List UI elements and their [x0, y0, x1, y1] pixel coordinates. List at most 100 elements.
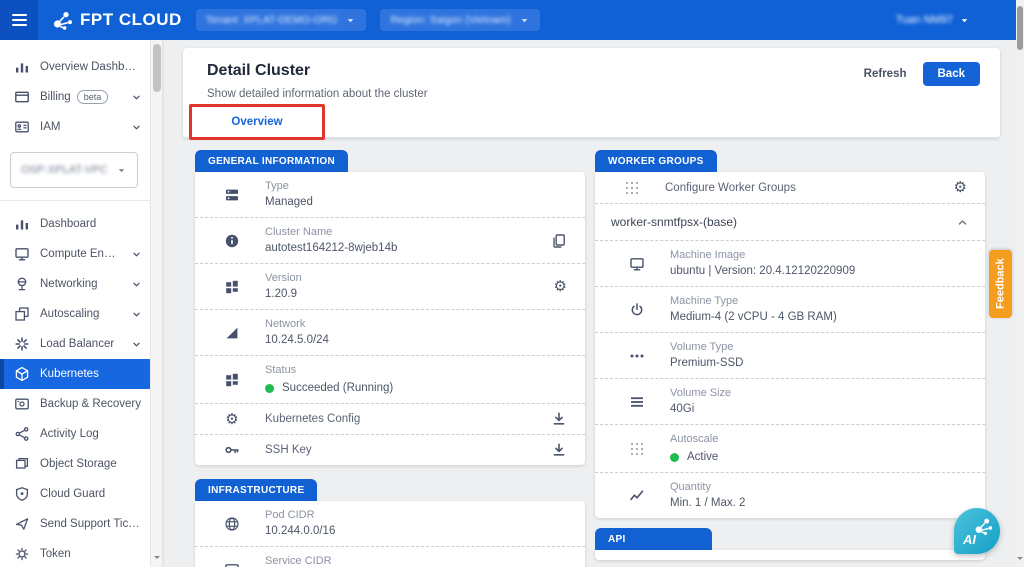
chevron-down-icon — [131, 122, 142, 133]
sidebar-item-networking[interactable]: Networking — [0, 269, 150, 299]
sidebar-item-label: Send Support Ticket — [40, 518, 142, 530]
page-scroll-down-arrow[interactable] — [1017, 557, 1023, 563]
region-selector[interactable]: Region: Saigon (Vietnam) — [380, 9, 539, 31]
beta-badge: beta — [77, 90, 109, 104]
tabs-row: Overview — [183, 108, 1000, 138]
molecule-logo-icon — [50, 8, 74, 32]
left-column: GENERAL INFORMATION Type Managed Cluster… — [195, 150, 585, 567]
worker-group-accordion[interactable]: worker-snmtfpsx-(base) — [595, 203, 985, 240]
sidebar-item-activity-log[interactable]: Activity Log — [0, 419, 150, 449]
worker-groups-header: WORKER GROUPS — [595, 150, 717, 172]
right-column: WORKER GROUPS Configure Worker Groups ⚙ … — [595, 150, 985, 560]
worker-groups-card: Configure Worker Groups ⚙ worker-snmtfps… — [595, 172, 985, 518]
dashboard-grid-icon — [224, 279, 240, 295]
caret-down-icon — [116, 165, 127, 176]
sidebar-item-overview-dashboard[interactable]: Overview Dashboard — [0, 52, 150, 82]
sidebar-item-label: Overview Dashboard — [40, 61, 142, 73]
sidebar-item-cloud-guard[interactable]: Cloud Guard — [0, 479, 150, 509]
sidebar-nav: Overview Dashboard Billing beta IAM OSP-… — [0, 40, 150, 567]
vpc-selected-value: OSP-XPLAT-VPC — [21, 164, 116, 176]
sidebar-item-token[interactable]: Token — [0, 539, 150, 567]
row-machine-image: Machine Image ubuntu | Version: 20.4.121… — [595, 240, 985, 286]
list-lines-icon — [629, 394, 645, 410]
sidebar-item-compute-engine[interactable]: Compute Engine — [0, 239, 150, 269]
quantity-label: Quantity — [670, 480, 967, 495]
configure-worker-groups-button[interactable]: ⚙ — [954, 180, 967, 195]
sidebar-scrollbar-thumb[interactable] — [153, 44, 161, 92]
sidebar-item-label: Autoscaling — [40, 308, 121, 320]
page-scrollbar[interactable] — [1016, 0, 1024, 567]
copy-button[interactable] — [551, 233, 567, 249]
monitor-icon — [629, 256, 645, 272]
status-value: Succeeded (Running) — [282, 380, 393, 396]
page-scrollbar-thumb[interactable] — [1017, 6, 1023, 50]
sidebar-item-send-support-ticket[interactable]: Send Support Ticket — [0, 509, 150, 539]
copy-icon — [551, 233, 567, 249]
page-subtitle: Show detailed information about the clus… — [207, 88, 428, 100]
bar-chart-icon — [14, 216, 30, 232]
volume-size-label: Volume Size — [670, 386, 967, 401]
row-volume-type: Volume Type Premium-SSD — [595, 332, 985, 378]
general-information-header: GENERAL INFORMATION — [195, 150, 348, 172]
sidebar-item-object-storage[interactable]: Object Storage — [0, 449, 150, 479]
token-icon — [14, 546, 30, 562]
sidebar-item-label: Load Balancer — [40, 338, 121, 350]
cluster-name-label: Cluster Name — [265, 225, 539, 240]
machine-type-value: Medium-4 (2 vCPU - 4 GB RAM) — [670, 309, 967, 325]
volume-size-value: 40Gi — [670, 401, 967, 417]
activity-share-icon — [14, 426, 30, 442]
gear-icon: ⚙ — [223, 412, 241, 427]
download-icon — [551, 442, 567, 458]
service-cidr-label: Service CIDR — [265, 554, 567, 567]
vpc-select[interactable]: OSP-XPLAT-VPC — [10, 152, 138, 188]
backup-device-icon — [14, 396, 30, 412]
hamburger-menu-icon[interactable] — [0, 0, 38, 40]
chevron-up-icon — [956, 216, 969, 229]
load-balancer-icon — [14, 336, 30, 352]
ellipsis-dots-icon — [629, 348, 645, 364]
sidebar-item-load-balancer[interactable]: Load Balancer — [0, 329, 150, 359]
ai-assistant-button[interactable]: AI — [954, 508, 1000, 554]
bar-chart-icon — [14, 59, 30, 75]
sidebar-item-label: Token — [40, 548, 142, 560]
ssh-key-label: SSH Key — [265, 442, 539, 458]
infrastructure-card: Pod CIDR 10.244.0.0/16 Service CIDR 172.… — [195, 501, 585, 567]
user-name: Tuan NM97 — [896, 14, 953, 26]
version-settings-button[interactable]: ⚙ — [554, 279, 567, 294]
autoscaling-icon — [14, 306, 30, 322]
sidebar-item-iam[interactable]: IAM — [0, 112, 150, 142]
sidebar-item-autoscaling[interactable]: Autoscaling — [0, 299, 150, 329]
network-globe-icon — [14, 276, 30, 292]
refresh-button[interactable]: Refresh — [864, 68, 907, 80]
pod-cidr-value: 10.244.0.0/16 — [265, 523, 567, 539]
sidebar-item-label: Compute Engine — [40, 248, 121, 260]
row-quantity: Quantity Min. 1 / Max. 2 — [595, 472, 985, 518]
tab-overview[interactable]: Overview — [195, 107, 319, 137]
page-title: Detail Cluster — [207, 62, 310, 80]
volume-type-label: Volume Type — [670, 340, 967, 355]
infrastructure-header: INFRASTRUCTURE — [195, 479, 317, 501]
gear-icon: ⚙ — [554, 279, 567, 294]
kubernetes-config-label: Kubernetes Config — [265, 411, 539, 427]
dashboard-grid-icon — [224, 372, 240, 388]
sidebar-item-dashboard[interactable]: Dashboard — [0, 209, 150, 239]
sidebar-item-label: Dashboard — [40, 218, 142, 230]
sidebar-item-billing[interactable]: Billing beta — [0, 82, 150, 112]
back-button[interactable]: Back — [923, 62, 981, 86]
tenant-selector[interactable]: Tenant: XPLAT-DEMO-ORG — [196, 9, 367, 31]
download-kubeconfig-button[interactable] — [551, 411, 567, 427]
quantity-value: Min. 1 / Max. 2 — [670, 495, 967, 511]
sidebar-item-kubernetes[interactable]: Kubernetes — [0, 359, 150, 389]
feedback-button[interactable]: Feedback — [989, 250, 1012, 318]
iam-badge-icon — [14, 119, 30, 135]
sidebar-item-backup-recovery[interactable]: Backup & Recovery — [0, 389, 150, 419]
sidebar-scroll-down-arrow[interactable] — [154, 556, 160, 562]
network-value: 10.24.5.0/24 — [265, 332, 567, 348]
download-ssh-key-button[interactable] — [551, 442, 567, 458]
user-menu[interactable]: Tuan NM97 — [896, 14, 970, 26]
sidebar-scrollbar[interactable] — [150, 40, 162, 567]
region-label: Region: Saigon (Vietnam) — [390, 14, 510, 26]
download-icon — [551, 411, 567, 427]
kubernetes-cube-icon — [14, 366, 30, 382]
sidebar: Overview Dashboard Billing beta IAM OSP-… — [0, 40, 162, 567]
